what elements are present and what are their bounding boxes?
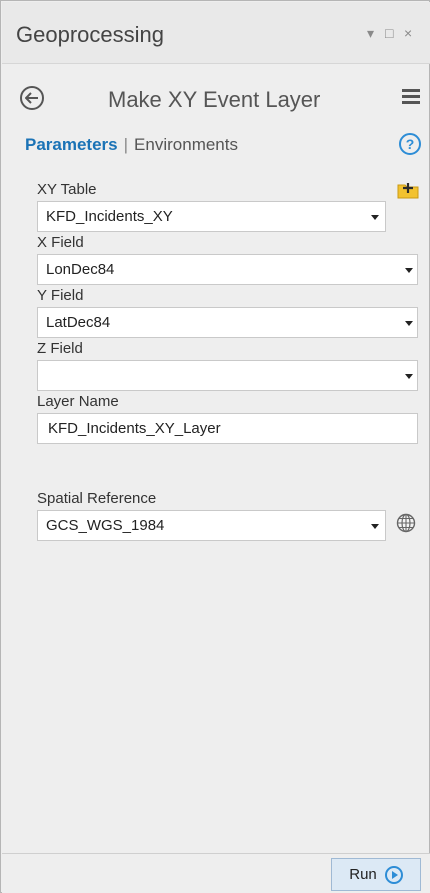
play-icon	[384, 865, 403, 884]
hamburger-menu-icon[interactable]	[402, 89, 420, 105]
xy-table-dropdown[interactable]: KFD_Incidents_XY	[37, 201, 386, 232]
tab-separator: |	[123, 135, 129, 154]
layer-name-input[interactable]: KFD_Incidents_XY_Layer	[37, 413, 418, 444]
back-arrow-icon[interactable]	[20, 86, 44, 110]
close-icon[interactable]: ×	[404, 26, 412, 40]
pane-footer: Run	[2, 853, 430, 893]
chevron-down-icon	[371, 215, 379, 220]
x-field-value: LonDec84	[46, 261, 115, 278]
tool-title: Make XY Event Layer	[108, 87, 321, 112]
add-data-folder-icon[interactable]	[397, 181, 419, 199]
xy-table-label: XY Table	[37, 181, 97, 198]
pin-icon[interactable]: ▾	[367, 26, 374, 40]
z-field-dropdown[interactable]	[37, 360, 418, 391]
layer-name-value: KFD_Incidents_XY_Layer	[48, 420, 221, 437]
chevron-down-icon	[405, 268, 413, 273]
tool-header: Make XY Event Layer	[2, 65, 430, 123]
help-icon[interactable]: ?	[399, 133, 421, 155]
pane-titlebar: Geoprocessing ▾ □ ×	[2, 2, 430, 64]
chevron-down-icon	[405, 321, 413, 326]
spatial-reference-dropdown[interactable]: GCS_WGS_1984	[37, 510, 386, 541]
chevron-down-icon	[371, 524, 379, 529]
z-field-label: Z Field	[37, 340, 83, 357]
pane-title: Geoprocessing	[16, 22, 164, 47]
chevron-down-icon	[405, 374, 413, 379]
tab-parameters[interactable]: Parameters	[25, 135, 118, 154]
maximize-icon[interactable]: □	[385, 26, 393, 40]
tab-strip: Parameters | Environments	[25, 135, 238, 155]
x-field-label: X Field	[37, 234, 84, 251]
layer-name-label: Layer Name	[37, 393, 119, 410]
spatial-reference-value: GCS_WGS_1984	[46, 517, 165, 534]
y-field-value: LatDec84	[46, 314, 111, 331]
globe-icon[interactable]	[396, 513, 416, 533]
xy-table-value: KFD_Incidents_XY	[46, 208, 173, 225]
run-label: Run	[349, 866, 377, 883]
y-field-label: Y Field	[37, 287, 84, 304]
geoprocessing-pane: Geoprocessing ▾ □ × Make XY Event Layer …	[0, 0, 430, 893]
tab-environments[interactable]: Environments	[134, 135, 238, 154]
y-field-dropdown[interactable]: LatDec84	[37, 307, 418, 338]
run-button[interactable]: Run	[331, 858, 421, 891]
spatial-reference-label: Spatial Reference	[37, 490, 157, 507]
x-field-dropdown[interactable]: LonDec84	[37, 254, 418, 285]
